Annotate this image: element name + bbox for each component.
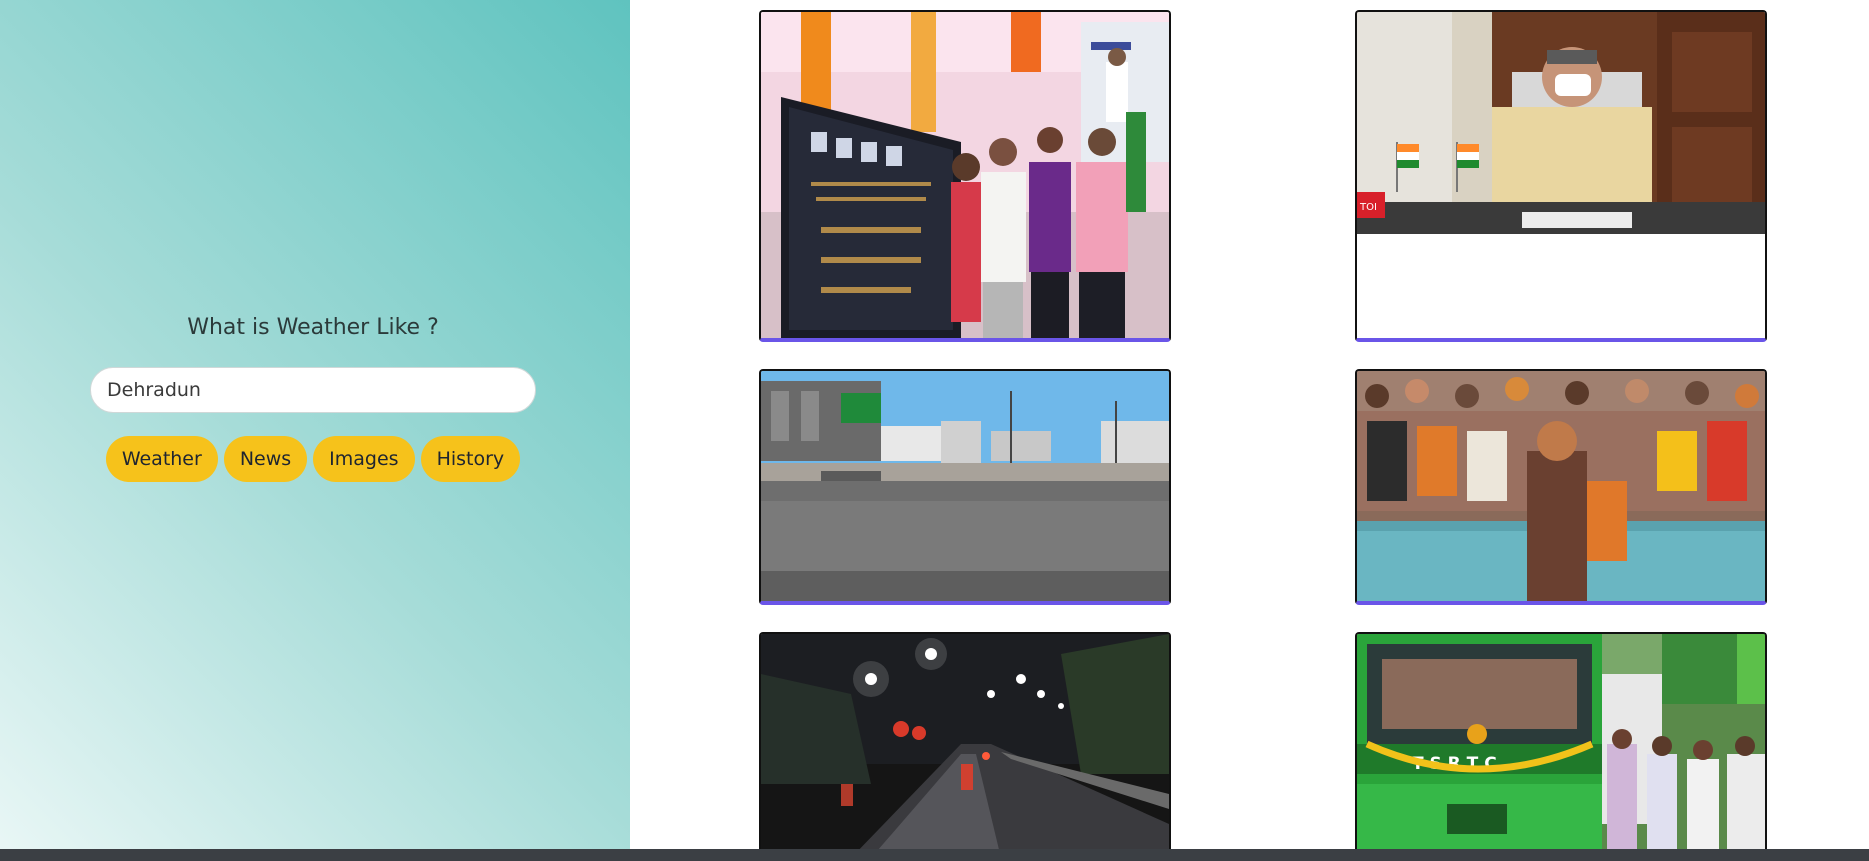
page: What is Weather Like ? Weather News Imag…: [0, 0, 1869, 861]
image-card-3[interactable]: [759, 369, 1171, 605]
official-video-conference-photo: TOI: [1357, 12, 1765, 338]
news-button[interactable]: News: [223, 436, 308, 482]
empty-road-night-photo: [761, 634, 1169, 858]
category-buttons: Weather News Images History: [0, 436, 626, 482]
plaque-unveiling-photo: [761, 12, 1169, 338]
image-card-6[interactable]: T S R T C: [1355, 632, 1767, 861]
city-search-input[interactable]: [90, 367, 536, 413]
toi-badge: TOI: [1359, 202, 1377, 213]
search-panel: What is Weather Like ? Weather News Imag…: [0, 0, 630, 861]
image-card-2[interactable]: TOI: [1355, 10, 1767, 342]
river-ganga-sadhu-photo: [1357, 371, 1765, 601]
image-card-1[interactable]: [759, 10, 1171, 342]
weather-button[interactable]: Weather: [105, 436, 218, 482]
empty-road-daytime-photo: [761, 371, 1169, 601]
images-button[interactable]: Images: [313, 436, 415, 482]
image-card-5[interactable]: [759, 632, 1171, 861]
image-card-4[interactable]: [1355, 369, 1767, 605]
green-bus-inauguration-photo: T S R T C: [1357, 634, 1765, 858]
bottom-bar: [0, 849, 1869, 861]
history-button[interactable]: History: [420, 436, 521, 482]
search-heading: What is Weather Like ?: [187, 315, 439, 340]
